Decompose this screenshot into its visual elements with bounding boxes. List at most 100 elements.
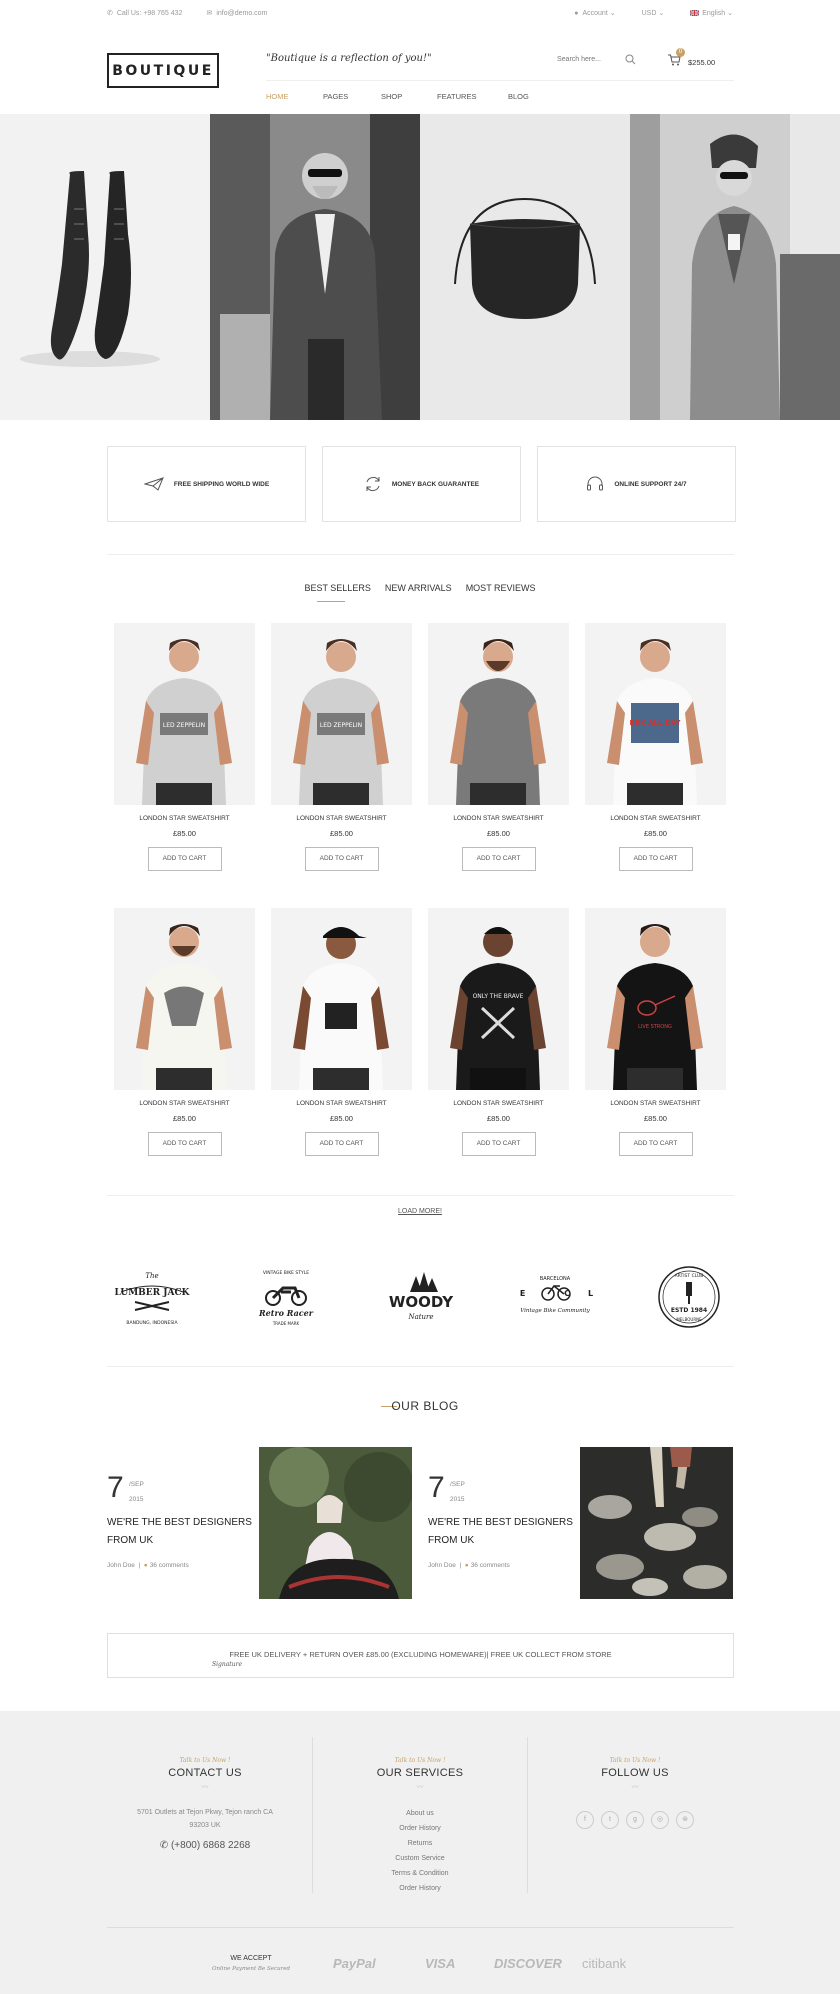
hero-image-bag[interactable] — [420, 114, 630, 420]
product-image[interactable] — [114, 908, 255, 1090]
tab-most-reviews[interactable]: MOST REVIEWS — [466, 583, 536, 593]
add-to-cart-button[interactable]: ADD TO CART — [618, 1132, 693, 1156]
product-name[interactable]: LONDON STAR SWEATSHIRT — [585, 815, 726, 822]
product-card[interactable]: LONDON STAR SWEATSHIRT £85.00 ADD TO CAR… — [114, 908, 255, 1156]
tab-best-sellers[interactable]: BEST SELLERS — [304, 583, 370, 593]
nav-shop[interactable]: SHOP — [381, 92, 437, 101]
secured-payment-note: Online Payment Be Secured — [212, 1966, 291, 1972]
chevron-down-icon: ⌄ — [658, 10, 665, 17]
divider — [107, 1195, 734, 1196]
post-image[interactable] — [259, 1447, 414, 1599]
product-name[interactable]: LONDON STAR SWEATSHIRT — [114, 1100, 255, 1107]
footer-link-order-history[interactable]: Order History — [320, 1821, 520, 1836]
add-to-cart-button[interactable]: ADD TO CART — [618, 847, 693, 871]
talk-to-us: Talk to Us Now ! — [394, 1757, 446, 1764]
add-to-cart-button[interactable]: ADD TO CART — [461, 1132, 536, 1156]
currency-dropdown[interactable]: USD ⌄ — [642, 9, 665, 17]
product-card[interactable]: LONDON STAR SWEATSHIRT £85.00 ADD TO CAR… — [271, 908, 412, 1156]
post-author[interactable]: John Doe — [428, 1562, 456, 1569]
twitter-icon[interactable]: t — [601, 1811, 619, 1829]
hero-image-woman-coffee[interactable] — [630, 114, 840, 420]
product-name[interactable]: LONDON STAR SWEATSHIRT — [585, 1100, 726, 1107]
footer-services: Talk to Us Now ! OUR SERVICES 〰 About us… — [320, 1757, 520, 1896]
product-image[interactable] — [271, 908, 412, 1090]
account-dropdown[interactable]: ● Account ⌄ — [574, 9, 615, 17]
product-name[interactable]: LONDON STAR SWEATSHIRT — [428, 1100, 569, 1107]
artist-club-logo: ARTIST CLUB ESTD 1984 MELBOURNE — [658, 1266, 720, 1328]
add-to-cart-button[interactable]: ADD TO CART — [304, 1132, 379, 1156]
nav-pages[interactable]: PAGES — [323, 92, 381, 101]
feature-label: ONLINE SUPPORT 24/7 — [614, 480, 687, 488]
hero-image-boots[interactable] — [0, 114, 210, 420]
brand-logo-text: TRADE MARK — [272, 1321, 300, 1326]
product-name[interactable]: LONDON STAR SWEATSHIRT — [271, 1100, 412, 1107]
header-divider — [266, 80, 734, 81]
footer-link-about[interactable]: About us — [320, 1806, 520, 1821]
post-comments[interactable]: 36 comments — [471, 1562, 510, 1569]
add-to-cart-button[interactable]: ADD TO CART — [147, 847, 222, 871]
dribbble-icon[interactable]: ⊛ — [676, 1811, 694, 1829]
post-year: 2015 — [129, 1496, 144, 1503]
post-title[interactable]: WE'RE THE BEST DESIGNERS FROM UK — [428, 1514, 578, 1550]
footer-link-terms[interactable]: Terms & Condition — [320, 1866, 520, 1881]
add-to-cart-button[interactable]: ADD TO CART — [304, 847, 379, 871]
post-title[interactable]: WE'RE THE BEST DESIGNERS FROM UK — [107, 1514, 257, 1550]
product-card[interactable]: LIVE STRONG LONDON STAR SWEATSHIRT £85.0… — [585, 908, 726, 1156]
product-image[interactable] — [428, 623, 569, 805]
chevron-down-icon: ⌄ — [727, 10, 733, 17]
brand-artist-club[interactable]: ARTIST CLUB ESTD 1984 MELBOURNE — [644, 1262, 734, 1332]
load-more-link[interactable]: LOAD MORE! — [0, 1208, 840, 1215]
post-comments[interactable]: 36 comments — [150, 1562, 189, 1569]
post-author[interactable]: John Doe — [107, 1562, 135, 1569]
nav-home[interactable]: HOME — [266, 92, 323, 101]
email-contact[interactable]: ✉ info@demo.com — [206, 9, 267, 17]
product-image[interactable]: BRK ALL DAY — [585, 623, 726, 805]
brand-lumber-jack[interactable]: The LUMBER JACK BANDUNG, INDONESIA — [107, 1262, 197, 1332]
contact-phone[interactable]: ✆ (+800) 6868 2268 — [105, 1840, 305, 1851]
footer-link-order-history[interactable]: Order History — [320, 1881, 520, 1896]
product-image[interactable]: LED ZEPPELIN — [271, 623, 412, 805]
instagram-icon[interactable]: ◎ — [651, 1811, 669, 1829]
post-date: /SEP 2015 — [129, 1477, 144, 1507]
footer-divider — [312, 1737, 313, 1893]
add-to-cart-button[interactable]: ADD TO CART — [147, 1132, 222, 1156]
language-dropdown[interactable]: English ⌄ — [689, 9, 733, 17]
feature-online-support: ONLINE SUPPORT 24/7 — [537, 446, 736, 522]
product-image[interactable]: ONLY THE BRAVE — [428, 908, 569, 1090]
product-name[interactable]: LONDON STAR SWEATSHIRT — [428, 815, 569, 822]
google-plus-icon[interactable]: g — [626, 1811, 644, 1829]
product-name[interactable]: LONDON STAR SWEATSHIRT — [271, 815, 412, 822]
cart-total[interactable]: $255.00 — [688, 58, 715, 67]
product-card[interactable]: LONDON STAR SWEATSHIRT £85.00 ADD TO CAR… — [428, 623, 569, 871]
nav-features[interactable]: FEATURES — [437, 92, 508, 101]
product-card[interactable]: LED ZEPPELIN LONDON STAR SWEATSHIRT £85.… — [114, 623, 255, 871]
tab-new-arrivals[interactable]: NEW ARRIVALS — [385, 583, 452, 593]
footer-link-custom-service[interactable]: Custom Service — [320, 1851, 520, 1866]
phone-contact[interactable]: ✆ Call Us: +98 765 432 — [107, 9, 182, 17]
brand-logo-text: BIKE CLUB — [510, 1289, 600, 1298]
product-image[interactable]: LIVE STRONG — [585, 908, 726, 1090]
brand-logo-text: BARCELONA — [540, 1276, 571, 1282]
search-icon[interactable] — [625, 54, 636, 65]
brand-retro-racer[interactable]: VINTAGE BIKE STYLE Retro Racer TRADE MAR… — [241, 1262, 331, 1332]
nav-blog[interactable]: BLOG — [508, 92, 529, 101]
product-card[interactable]: ONLY THE BRAVE LONDON STAR SWEATSHIRT £8… — [428, 908, 569, 1156]
product-card[interactable]: LED ZEPPELIN LONDON STAR SWEATSHIRT £85.… — [271, 623, 412, 871]
brand-bike-club[interactable]: BARCELONA BIKE CLUB Vintage Bike Communi… — [450, 1262, 641, 1332]
boots-image — [0, 114, 210, 420]
post-day: 7 — [428, 1471, 445, 1504]
comment-icon: ● — [143, 1562, 148, 1569]
hero-image-man-coat[interactable] — [210, 114, 420, 420]
man-guitar-tshirt-image: LIVE STRONG — [585, 908, 726, 1090]
man-in-coat-image — [210, 114, 420, 420]
logo[interactable]: BOUTIQUE — [107, 53, 219, 88]
product-image[interactable]: LED ZEPPELIN — [114, 623, 255, 805]
footer-link-returns[interactable]: Returns — [320, 1836, 520, 1851]
product-card[interactable]: BRK ALL DAY LONDON STAR SWEATSHIRT £85.0… — [585, 623, 726, 871]
facebook-icon[interactable]: f — [576, 1811, 594, 1829]
product-name[interactable]: LONDON STAR SWEATSHIRT — [114, 815, 255, 822]
brand-woody[interactable]: WOODY Nature — [376, 1262, 466, 1332]
post-image[interactable] — [580, 1447, 733, 1599]
add-to-cart-button[interactable]: ADD TO CART — [461, 847, 536, 871]
phone-icon: ✆ — [159, 1840, 171, 1851]
